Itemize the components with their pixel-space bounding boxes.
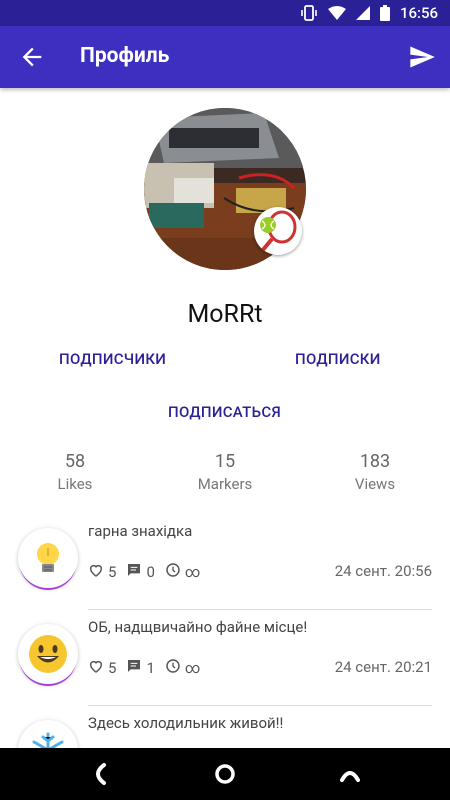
tennis-badge-icon	[254, 207, 302, 255]
heart-icon[interactable]	[88, 562, 104, 582]
post-text: гарна знахідка	[88, 522, 193, 540]
stat-likes-value: 58	[64, 451, 86, 472]
stat-markers-value: 15	[214, 451, 236, 472]
subscribe-button[interactable]: ПОДПИСАТЬСЯ	[168, 403, 281, 421]
comments-count: 1	[146, 659, 155, 677]
clock-icon	[165, 562, 181, 582]
post-date: 24 сент. 20:21	[334, 658, 432, 676]
stat-likes-label: Likes	[57, 475, 93, 493]
comment-icon[interactable]	[126, 658, 142, 678]
post-meta: 5 0 ∞	[88, 562, 210, 582]
home-nav-icon[interactable]	[213, 762, 237, 790]
divider	[88, 609, 432, 610]
status-time: 16:56	[399, 4, 438, 22]
vibrate-icon	[300, 5, 318, 21]
signal-icon	[355, 6, 370, 20]
list-item[interactable]: гарна знахідка 5 0 ∞ 24 сент. 20:56	[0, 518, 450, 614]
wifi-icon	[327, 6, 346, 20]
comment-icon[interactable]	[126, 562, 142, 582]
username: MoRRt	[187, 300, 263, 329]
duration-value: ∞	[184, 563, 201, 581]
followers-link[interactable]: ПОДПИСЧИКИ	[59, 350, 166, 368]
heart-icon[interactable]	[88, 658, 104, 678]
page-title: Профиль	[80, 44, 170, 68]
status-bar: 16:56	[0, 0, 450, 26]
back-arrow-icon[interactable]	[18, 43, 46, 71]
stat-markers-label: Markers	[197, 475, 253, 493]
post-text: ОБ, надщвичайно файне місце!	[88, 618, 308, 636]
recents-nav-icon[interactable]	[338, 764, 362, 790]
app-bar: Профиль	[0, 26, 450, 88]
duration-value: ∞	[184, 659, 201, 677]
likes-count: 5	[108, 563, 117, 581]
send-icon[interactable]	[408, 43, 436, 71]
post-meta: 5 1 ∞	[88, 658, 210, 678]
post-date: 24 сент. 20:56	[334, 562, 432, 580]
following-link[interactable]: ПОДПИСКИ	[295, 350, 381, 368]
system-nav-bar	[0, 748, 450, 800]
post-text: Здесь холодильник живой!!	[88, 714, 284, 732]
divider	[88, 705, 432, 706]
stat-views-label: Views	[354, 475, 396, 493]
smiley-icon	[18, 624, 78, 684]
list-item[interactable]: ОБ, надщвичайно файне місце! 5 1 ∞ 24 се…	[0, 614, 450, 710]
battery-icon	[379, 5, 390, 21]
stat-views-value: 183	[359, 451, 391, 472]
comments-count: 0	[146, 563, 155, 581]
lightbulb-icon	[18, 528, 78, 588]
clock-icon	[165, 658, 181, 678]
likes-count: 5	[108, 659, 117, 677]
back-nav-icon[interactable]	[88, 762, 110, 790]
